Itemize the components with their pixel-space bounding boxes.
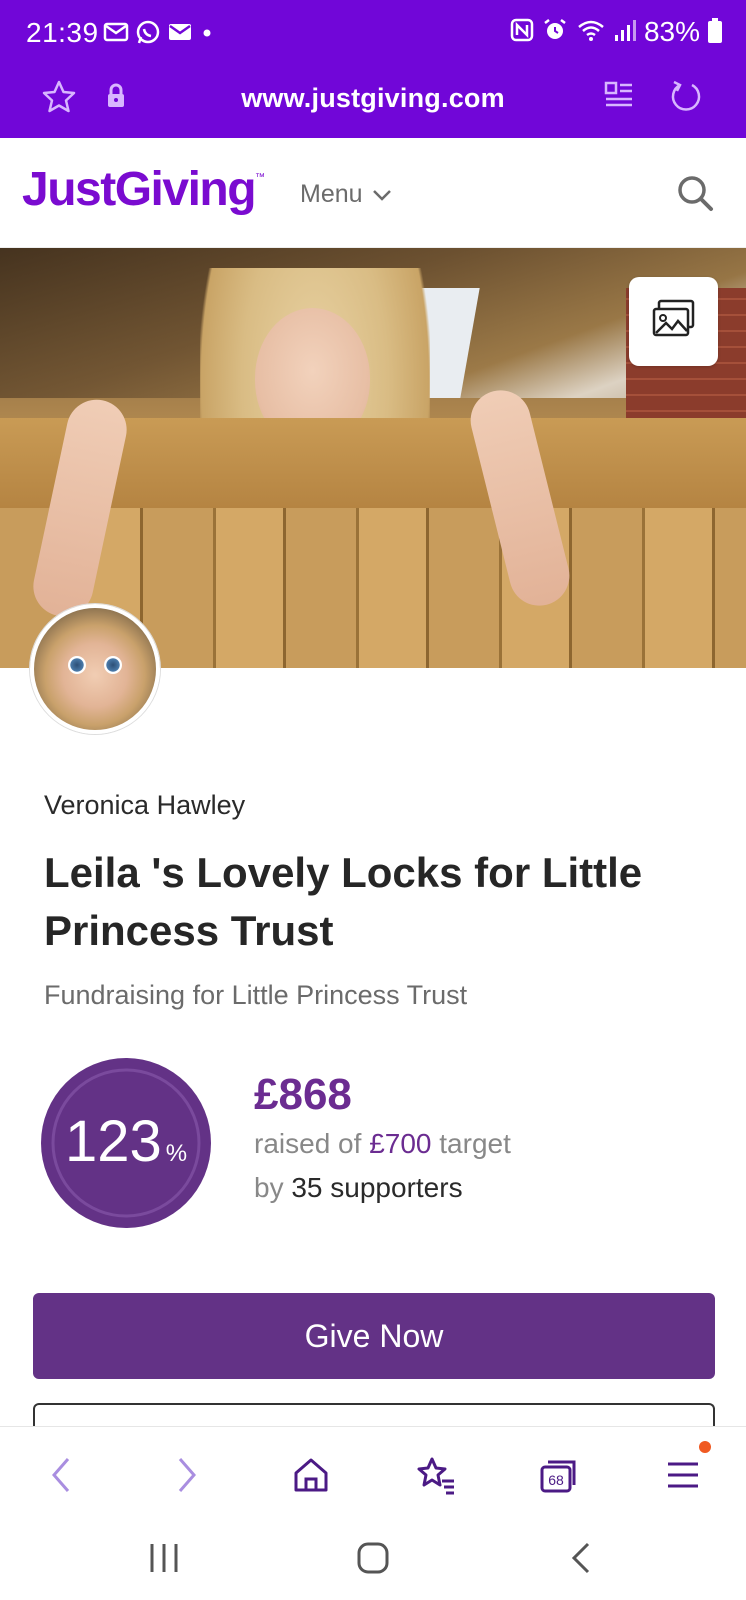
browser-chrome: 21:39 83% www.justgiving.com (0, 0, 746, 138)
page-title: Leila 's Lovely Locks for Little Princes… (44, 849, 643, 954)
gmail-icon (167, 21, 193, 48)
reload-icon[interactable] (668, 78, 704, 119)
signal-icon (614, 18, 636, 47)
email-icon (103, 21, 129, 48)
gallery-icon (651, 299, 697, 344)
notification-icons (103, 19, 215, 50)
home-icon[interactable] (287, 1451, 335, 1499)
notification-dot (699, 1441, 711, 1453)
supporters-line: by 35 supporters (254, 1172, 463, 1203)
justgiving-logo[interactable]: JustGiving™ (22, 162, 265, 217)
forward-icon[interactable] (163, 1451, 211, 1499)
home-nav-icon[interactable] (355, 1540, 391, 1581)
site-header: JustGiving™ Menu (0, 138, 746, 248)
progress-percent: 123% (64, 1109, 188, 1174)
nfc-icon (510, 18, 534, 47)
bookmarks-icon[interactable] (411, 1451, 459, 1499)
give-now-button[interactable]: Give Now (33, 1293, 715, 1379)
target-line: raised of £700 target (254, 1128, 511, 1159)
status-bar: 21:39 83% (0, 0, 746, 66)
system-nav-bar (0, 1518, 746, 1600)
raised-amount: £868 (254, 1070, 352, 1119)
menu-icon[interactable] (659, 1451, 707, 1499)
battery-percent: 83% (643, 16, 700, 47)
avatar (30, 604, 160, 734)
fundraiser-owner[interactable]: Veronica Hawley (44, 790, 245, 821)
menu-button[interactable]: Menu (300, 180, 393, 209)
whatsapp-icon (135, 19, 161, 50)
menu-label: Menu (300, 180, 363, 208)
status-right: 83% (510, 16, 722, 48)
status-time: 21:39 (26, 17, 99, 48)
battery-icon (708, 18, 722, 43)
tabs-icon[interactable]: 68 (535, 1451, 583, 1499)
chevron-down-icon (371, 180, 393, 209)
reader-mode-icon[interactable] (604, 80, 634, 117)
search-icon[interactable] (676, 174, 714, 217)
target-amount: £700 (369, 1128, 432, 1159)
wifi-icon (576, 18, 606, 47)
alarm-icon (542, 17, 568, 48)
dot-icon (199, 21, 215, 48)
gallery-button[interactable] (629, 277, 718, 366)
url-text[interactable]: www.justgiving.com (0, 83, 746, 114)
url-bar[interactable]: www.justgiving.com (0, 66, 746, 138)
browser-toolbar: 68 (0, 1426, 746, 1518)
supporters-count[interactable]: 35 supporters (291, 1172, 462, 1203)
back-icon[interactable] (37, 1451, 85, 1499)
back-nav-icon[interactable] (568, 1540, 596, 1581)
tabs-count: 68 (548, 1472, 564, 1488)
recents-icon[interactable] (148, 1540, 180, 1581)
charity-subtitle: Fundraising for Little Princess Trust (44, 980, 468, 1010)
